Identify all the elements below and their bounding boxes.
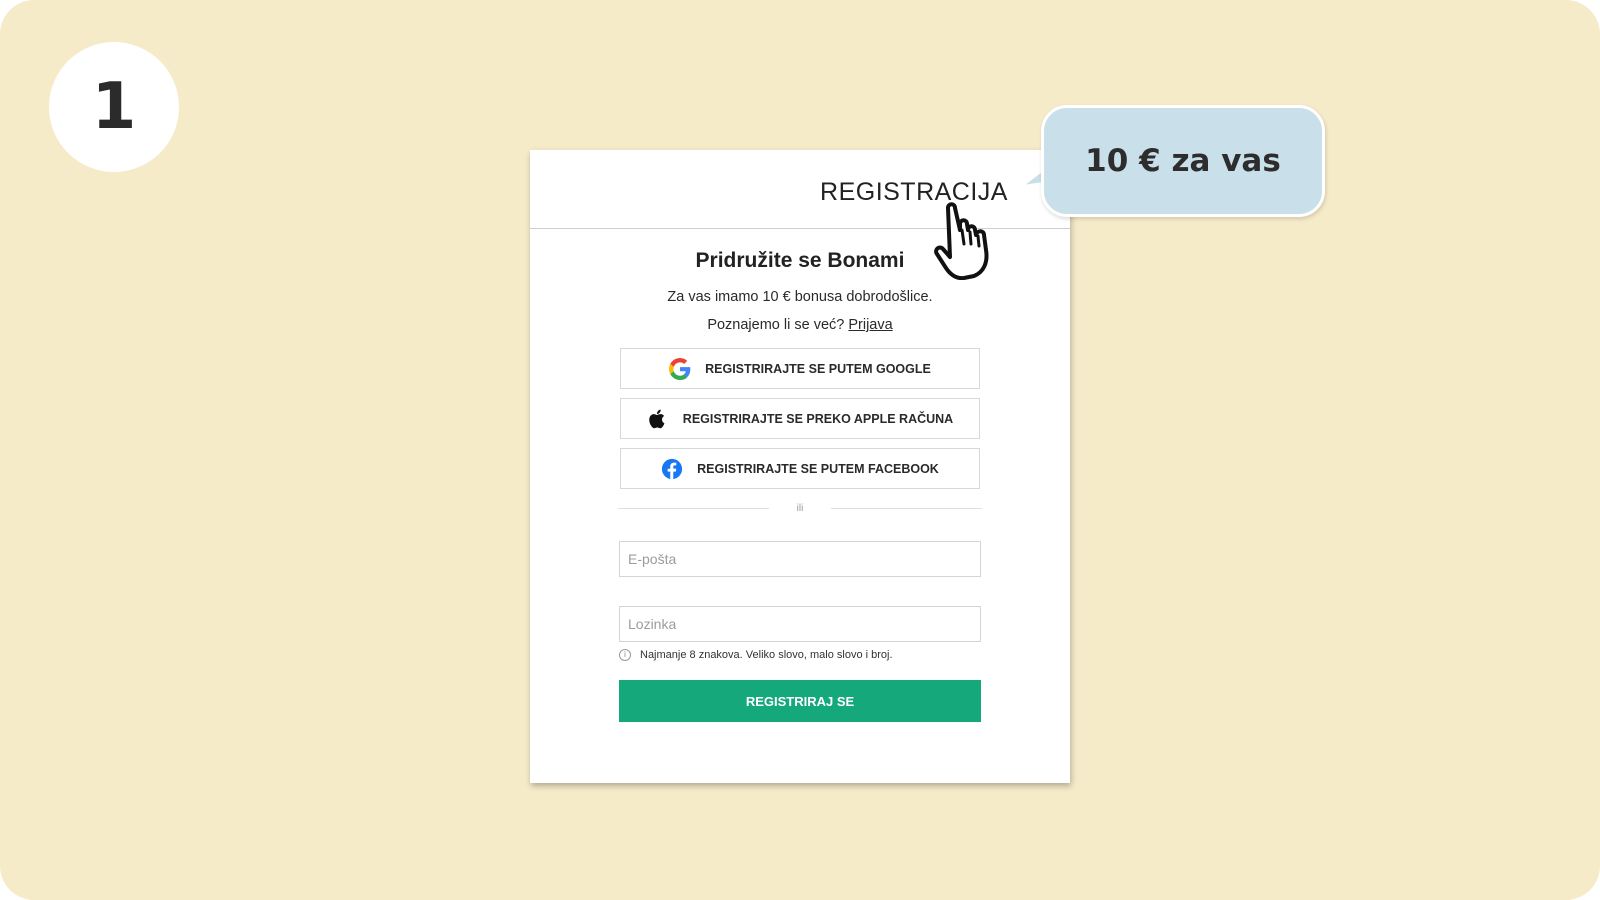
login-link[interactable]: Prijava <box>848 317 892 333</box>
google-icon <box>669 357 691 380</box>
facebook-icon <box>661 458 683 480</box>
google-signup-label: REGISTRIRAJTE SE PUTEM GOOGLE <box>705 361 931 376</box>
email-field[interactable] <box>619 541 981 577</box>
password-field[interactable] <box>619 606 981 642</box>
hand-pointer-icon <box>934 202 989 280</box>
callout-bubble: 10 € za vas <box>1041 105 1325 217</box>
tutorial-slide: 1 REGISTRACIJA Pridružite se Bonami Za v… <box>0 0 1600 900</box>
divider-text: ili <box>796 503 804 514</box>
step-number: 1 <box>91 70 137 144</box>
apple-signup-button[interactable]: REGISTRIRAJTE SE PREKO APPLE RAČUNA <box>620 398 980 439</box>
apple-signup-label: REGISTRIRAJTE SE PREKO APPLE RAČUNA <box>682 411 954 426</box>
facebook-signup-label: REGISTRIRAJTE SE PUTEM FACEBOOK <box>697 461 939 476</box>
password-hint-row: i Najmanje 8 znakova. Veliko slovo, malo… <box>619 649 981 661</box>
divider-line-right <box>831 508 983 509</box>
divider-line-left <box>618 508 769 509</box>
info-icon: i <box>619 649 631 661</box>
facebook-signup-button[interactable]: REGISTRIRAJTE SE PUTEM FACEBOOK <box>620 448 980 489</box>
or-divider: ili <box>618 503 983 514</box>
password-hint: Najmanje 8 znakova. Veliko slovo, malo s… <box>640 649 893 661</box>
login-prompt-text: Poznajemo li se već? <box>707 317 845 333</box>
bonus-text: Za vas imamo 10 € bonusa dobrodošlice. <box>667 289 933 305</box>
registration-form: Pridružite se Bonami Za vas imamo 10 € b… <box>530 249 1070 722</box>
apple-icon <box>647 408 669 430</box>
callout-text: 10 € za vas <box>1085 143 1281 179</box>
login-prompt-row: Poznajemo li se već? Prijava <box>530 317 1070 333</box>
google-signup-button[interactable]: REGISTRIRAJTE SE PUTEM GOOGLE <box>620 348 980 389</box>
register-button[interactable]: REGISTRIRAJ SE <box>619 680 981 722</box>
step-number-badge: 1 <box>49 42 179 172</box>
